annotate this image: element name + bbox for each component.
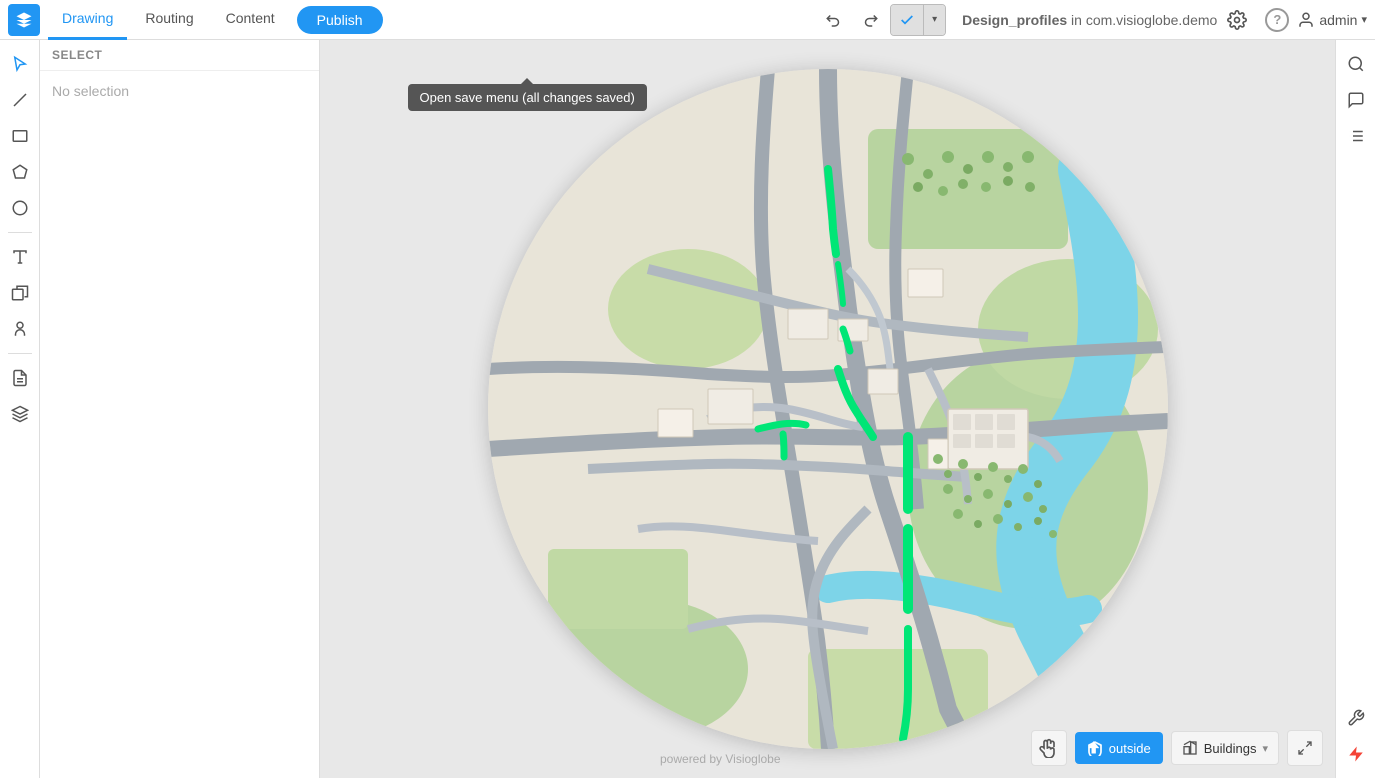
polygon-tool[interactable]	[4, 156, 36, 188]
main-area: SELECT No selection Open save menu (all …	[0, 40, 1375, 778]
settings-button[interactable]	[1221, 4, 1253, 36]
topbar-right: ? admin ▾	[1265, 8, 1367, 32]
project-info: Design_profiles in com.visioglobe.demo	[962, 12, 1217, 28]
topbar-tools: ▾	[818, 4, 946, 36]
no-selection-text: No selection	[40, 71, 319, 111]
redo-button[interactable]	[854, 4, 886, 36]
help-icon: ?	[1265, 8, 1289, 32]
logo-button[interactable]	[8, 4, 40, 36]
3d-tool[interactable]	[4, 277, 36, 309]
search-button[interactable]	[1340, 48, 1372, 80]
save-main-button[interactable]	[891, 4, 923, 36]
map-controls-bottom: outside Buildings ▾	[1031, 730, 1323, 766]
line-tool[interactable]	[4, 84, 36, 116]
tab-content[interactable]: Content	[212, 0, 289, 40]
right-sidebar	[1335, 40, 1375, 778]
tool-divider-2	[8, 353, 32, 354]
help-button[interactable]: ?	[1265, 8, 1289, 32]
rectangle-tool[interactable]	[4, 120, 36, 152]
topbar: Drawing Routing Content Publish ▾ Design…	[0, 0, 1375, 40]
undo-button[interactable]	[818, 4, 850, 36]
wrench-button[interactable]	[1340, 702, 1372, 734]
user-dropdown-icon: ▾	[1361, 13, 1367, 26]
buildings-dropdown-icon: ▾	[1262, 742, 1268, 755]
tool-divider-1	[8, 232, 32, 233]
save-dropdown-button[interactable]: ▾	[923, 4, 945, 36]
save-tooltip: Open save menu (all changes saved)	[408, 84, 647, 111]
text-tool[interactable]	[4, 241, 36, 273]
pointer-tool[interactable]	[4, 48, 36, 80]
map-canvas[interactable]	[488, 69, 1168, 749]
buildings-button[interactable]: Buildings ▾	[1171, 731, 1279, 765]
fullscreen-button[interactable]	[1287, 730, 1323, 766]
user-menu-button[interactable]: admin ▾	[1297, 11, 1367, 29]
side-panel: SELECT No selection	[40, 40, 320, 778]
outside-button[interactable]: outside	[1075, 732, 1163, 764]
tab-routing[interactable]: Routing	[131, 0, 207, 40]
save-button-group: ▾	[890, 4, 946, 36]
list-button[interactable]	[1340, 120, 1372, 152]
map-area[interactable]: Open save menu (all changes saved)	[320, 40, 1335, 778]
publish-button[interactable]: Publish	[297, 6, 383, 34]
layers-tool[interactable]	[4, 398, 36, 430]
tab-drawing[interactable]: Drawing	[48, 0, 127, 40]
lightning-button[interactable]	[1340, 738, 1372, 770]
hand-tool-button[interactable]	[1031, 730, 1067, 766]
map-footer: powered by Visioglobe	[660, 752, 781, 766]
chevron-down-icon: ▾	[932, 14, 937, 25]
map-svg	[488, 69, 1168, 749]
circle-tool[interactable]	[4, 192, 36, 224]
left-toolbar	[0, 40, 40, 778]
person-tool[interactable]	[4, 313, 36, 345]
document-tool[interactable]	[4, 362, 36, 394]
chat-button[interactable]	[1340, 84, 1372, 116]
panel-header: SELECT	[40, 40, 319, 71]
